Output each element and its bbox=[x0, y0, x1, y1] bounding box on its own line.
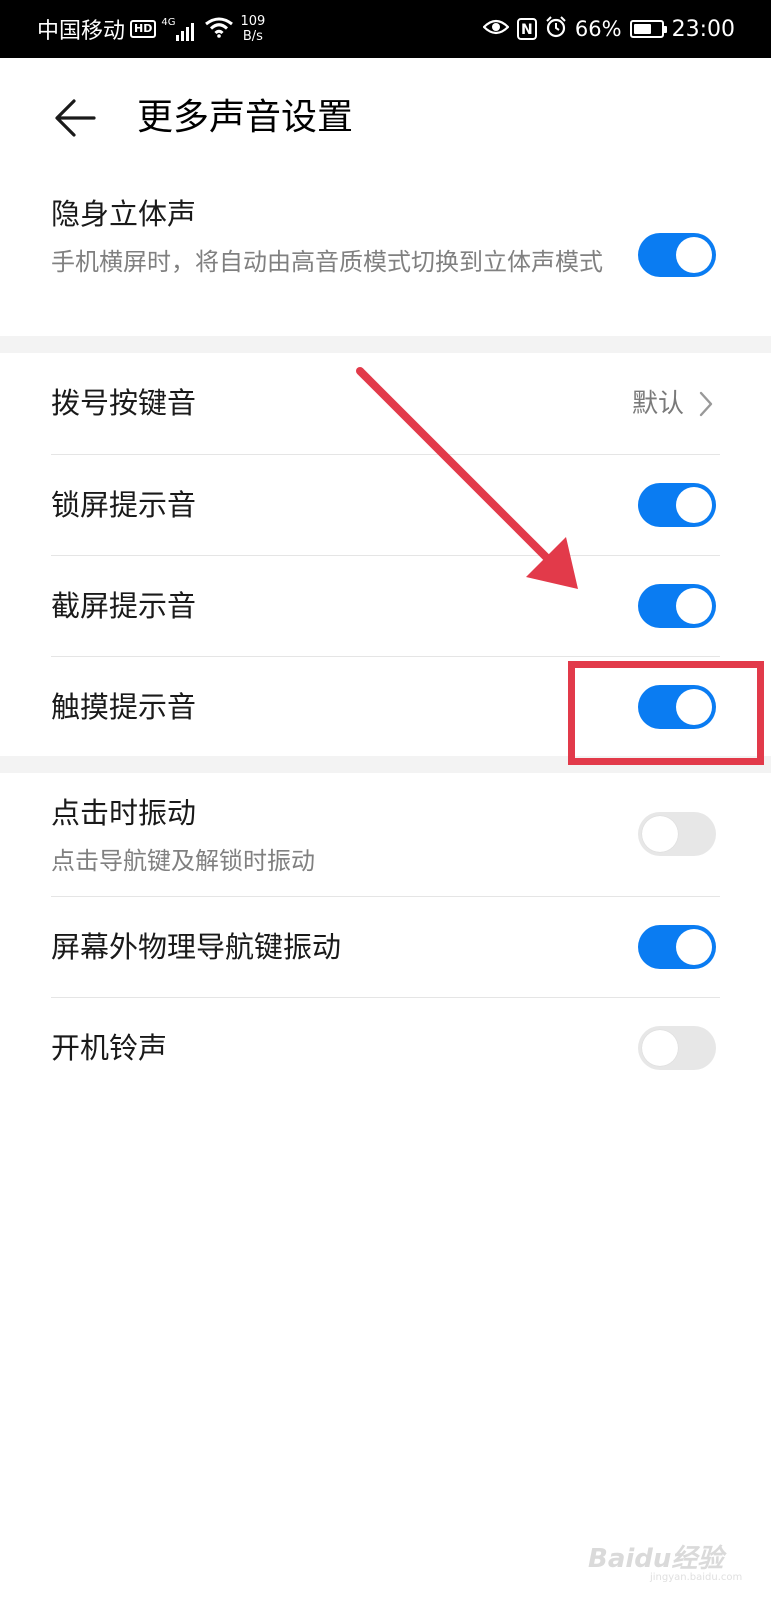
setting-title: 触摸提示音 bbox=[51, 690, 197, 724]
boot-sound-toggle[interactable] bbox=[638, 1026, 716, 1070]
eye-comfort-icon bbox=[482, 18, 510, 40]
alarm-icon bbox=[545, 16, 567, 42]
setting-title: 点击时振动 bbox=[51, 796, 197, 830]
status-bar: 中国移动 HD 4G 109 B/s N 66% 23:00 bbox=[0, 0, 771, 58]
dial-tone-value: 默认 bbox=[631, 389, 684, 419]
setting-row-stealth-stereo[interactable]: 隐身立体声 手机横屏时，将自动由高音质模式切换到立体声模式 bbox=[0, 178, 771, 336]
setting-row-boot-sound[interactable]: 开机铃声 bbox=[0, 998, 771, 1098]
setting-subtitle: 手机横屏时，将自动由高音质模式切换到立体声模式 bbox=[51, 248, 603, 276]
section-divider bbox=[0, 336, 771, 353]
screenshot-sound-toggle[interactable] bbox=[638, 584, 716, 628]
battery-icon bbox=[629, 20, 667, 38]
status-clock: 23:00 bbox=[671, 16, 735, 42]
watermark-url: jingyan.baidu.com bbox=[650, 1572, 743, 1583]
status-bar-right: N 66% 23:00 bbox=[475, 0, 735, 58]
setting-title: 截屏提示音 bbox=[51, 589, 197, 623]
toggle-knob bbox=[642, 816, 678, 852]
stealth-stereo-toggle[interactable] bbox=[638, 233, 716, 277]
setting-subtitle: 点击导航键及解锁时振动 bbox=[51, 847, 315, 875]
wifi-icon bbox=[204, 16, 234, 42]
cellular-signal-icon: 4G bbox=[161, 17, 196, 41]
status-bar-left: 中国移动 HD 4G 109 B/s bbox=[37, 0, 265, 58]
toggle-knob bbox=[676, 588, 712, 624]
speed-unit: B/s bbox=[242, 29, 263, 44]
setting-row-vibrate-on-tap[interactable]: 点击时振动 点击导航键及解锁时振动 bbox=[0, 773, 771, 896]
app-header: 更多声音设置 bbox=[0, 58, 771, 178]
setting-title: 开机铃声 bbox=[51, 1031, 168, 1065]
toggle-knob bbox=[676, 929, 712, 965]
annotation-arrow bbox=[356, 367, 578, 589]
speed-value: 109 bbox=[240, 14, 266, 29]
setting-title: 拨号按键音 bbox=[51, 386, 197, 420]
network-type: 4G bbox=[161, 17, 176, 28]
battery-percent: 66% bbox=[574, 17, 622, 41]
vibrate-on-tap-toggle[interactable] bbox=[638, 812, 716, 856]
setting-title: 锁屏提示音 bbox=[51, 488, 197, 522]
physical-nav-vibrate-toggle[interactable] bbox=[638, 925, 716, 969]
setting-row-physical-nav-vibrate[interactable]: 屏幕外物理导航键振动 bbox=[0, 897, 771, 997]
toggle-knob bbox=[642, 1030, 678, 1066]
watermark-logo: Baidu经验 bbox=[588, 1544, 724, 1574]
toggle-knob bbox=[676, 487, 712, 523]
setting-title: 屏幕外物理导航键振动 bbox=[51, 930, 342, 964]
nfc-icon: N bbox=[516, 18, 537, 40]
toggle-knob bbox=[676, 237, 712, 273]
hd-badge: HD bbox=[130, 20, 157, 38]
chevron-right-icon bbox=[698, 390, 714, 418]
annotation-highlight-box bbox=[568, 661, 764, 765]
page-title: 更多声音设置 bbox=[137, 97, 354, 138]
setting-title: 隐身立体声 bbox=[51, 197, 197, 231]
back-arrow-icon[interactable] bbox=[52, 96, 98, 140]
battery-level-fill bbox=[633, 24, 651, 34]
lock-sound-toggle[interactable] bbox=[638, 483, 716, 527]
network-speed: 109 B/s bbox=[240, 14, 265, 44]
carrier-name: 中国移动 bbox=[37, 19, 126, 44]
